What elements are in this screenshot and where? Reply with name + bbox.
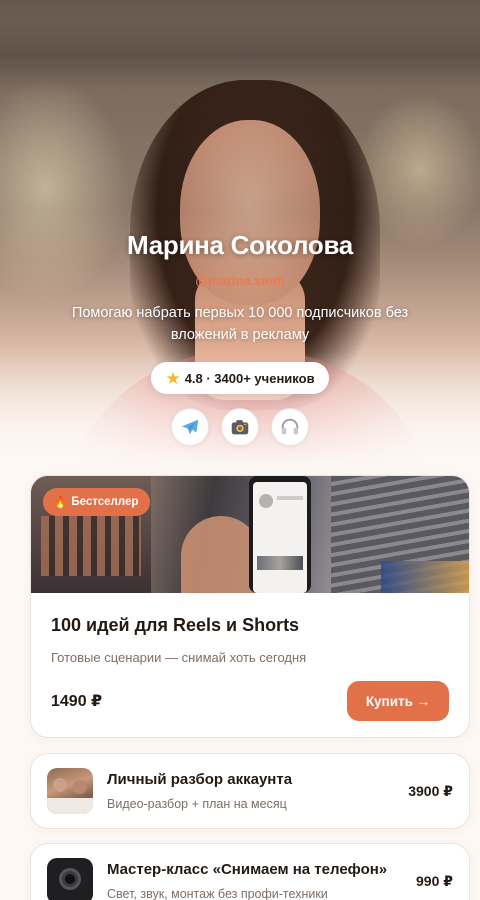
product-title: Мастер-класс «Снимаем на телефон» xyxy=(107,861,388,878)
badge-label: Бестселлер xyxy=(71,496,139,508)
rating-badge: ★ 4.8 · 3400+ учеников xyxy=(151,362,329,394)
profile-bio: Помогаю набрать первых 10 000 подписчико… xyxy=(71,305,409,343)
bestseller-badge: 🔥 Бестселлер xyxy=(43,488,151,516)
product-thumbnail xyxy=(47,858,93,900)
podcast-link[interactable] xyxy=(271,408,309,446)
fire-icon: 🔥 xyxy=(53,497,68,509)
product-title: 100 идей для Reels и Shorts xyxy=(51,615,300,635)
product-thumbnail xyxy=(47,768,93,814)
product-footer: 1490 ₽ Купить → xyxy=(51,681,449,721)
telegram-plane-icon xyxy=(181,419,199,435)
featured-product-card[interactable]: 🔥 Бестселлер 100 идей для Reels и Shorts… xyxy=(30,475,470,738)
product-price: 3900 ₽ xyxy=(408,782,453,799)
product-price: 990 ₽ xyxy=(416,872,453,889)
star-icon: ★ xyxy=(165,368,181,388)
product-card-masterclass[interactable]: Мастер-класс «Снимаем на телефон» Свет, … xyxy=(30,843,470,900)
image-phone xyxy=(249,476,311,593)
profile-hero: Марина Соколова @marina.smm Помогаю набр… xyxy=(0,0,480,470)
social-links xyxy=(0,408,480,446)
camera-icon xyxy=(231,420,249,435)
profile-info: Марина Соколова @marina.smm Помогаю набр… xyxy=(0,230,480,446)
telegram-link[interactable] xyxy=(171,408,209,446)
headphones-icon xyxy=(281,418,299,435)
profile-handle[interactable]: @marina.smm xyxy=(0,273,480,288)
product-subtitle: Видео-разбор + план на месяц xyxy=(107,797,287,811)
product-info: Мастер-класс «Снимаем на телефон» Свет, … xyxy=(107,861,416,900)
buy-button[interactable]: Купить → xyxy=(347,681,449,721)
product-subtitle: Готовые сценарии — снимай хоть сегодня xyxy=(51,650,307,665)
instagram-link[interactable] xyxy=(221,408,259,446)
product-title: Личный разбор аккаунта xyxy=(107,771,293,788)
profile-name: Марина Соколова xyxy=(127,230,353,260)
featured-product-image: 🔥 Бестселлер xyxy=(31,476,469,593)
product-info: Личный разбор аккаунта Видео-разбор + пл… xyxy=(107,771,408,811)
featured-product-body: 100 идей для Reels и Shorts Готовые сцен… xyxy=(31,593,469,721)
image-billboard xyxy=(41,516,141,576)
product-subtitle: Свет, звук, монтаж без профи-техники xyxy=(107,887,328,900)
image-sign xyxy=(381,561,469,593)
rating-text: 4.8 · 3400+ учеников xyxy=(184,370,315,386)
product-price: 1490 ₽ xyxy=(51,693,103,710)
product-card-account-review[interactable]: Личный разбор аккаунта Видео-разбор + пл… xyxy=(30,753,470,829)
